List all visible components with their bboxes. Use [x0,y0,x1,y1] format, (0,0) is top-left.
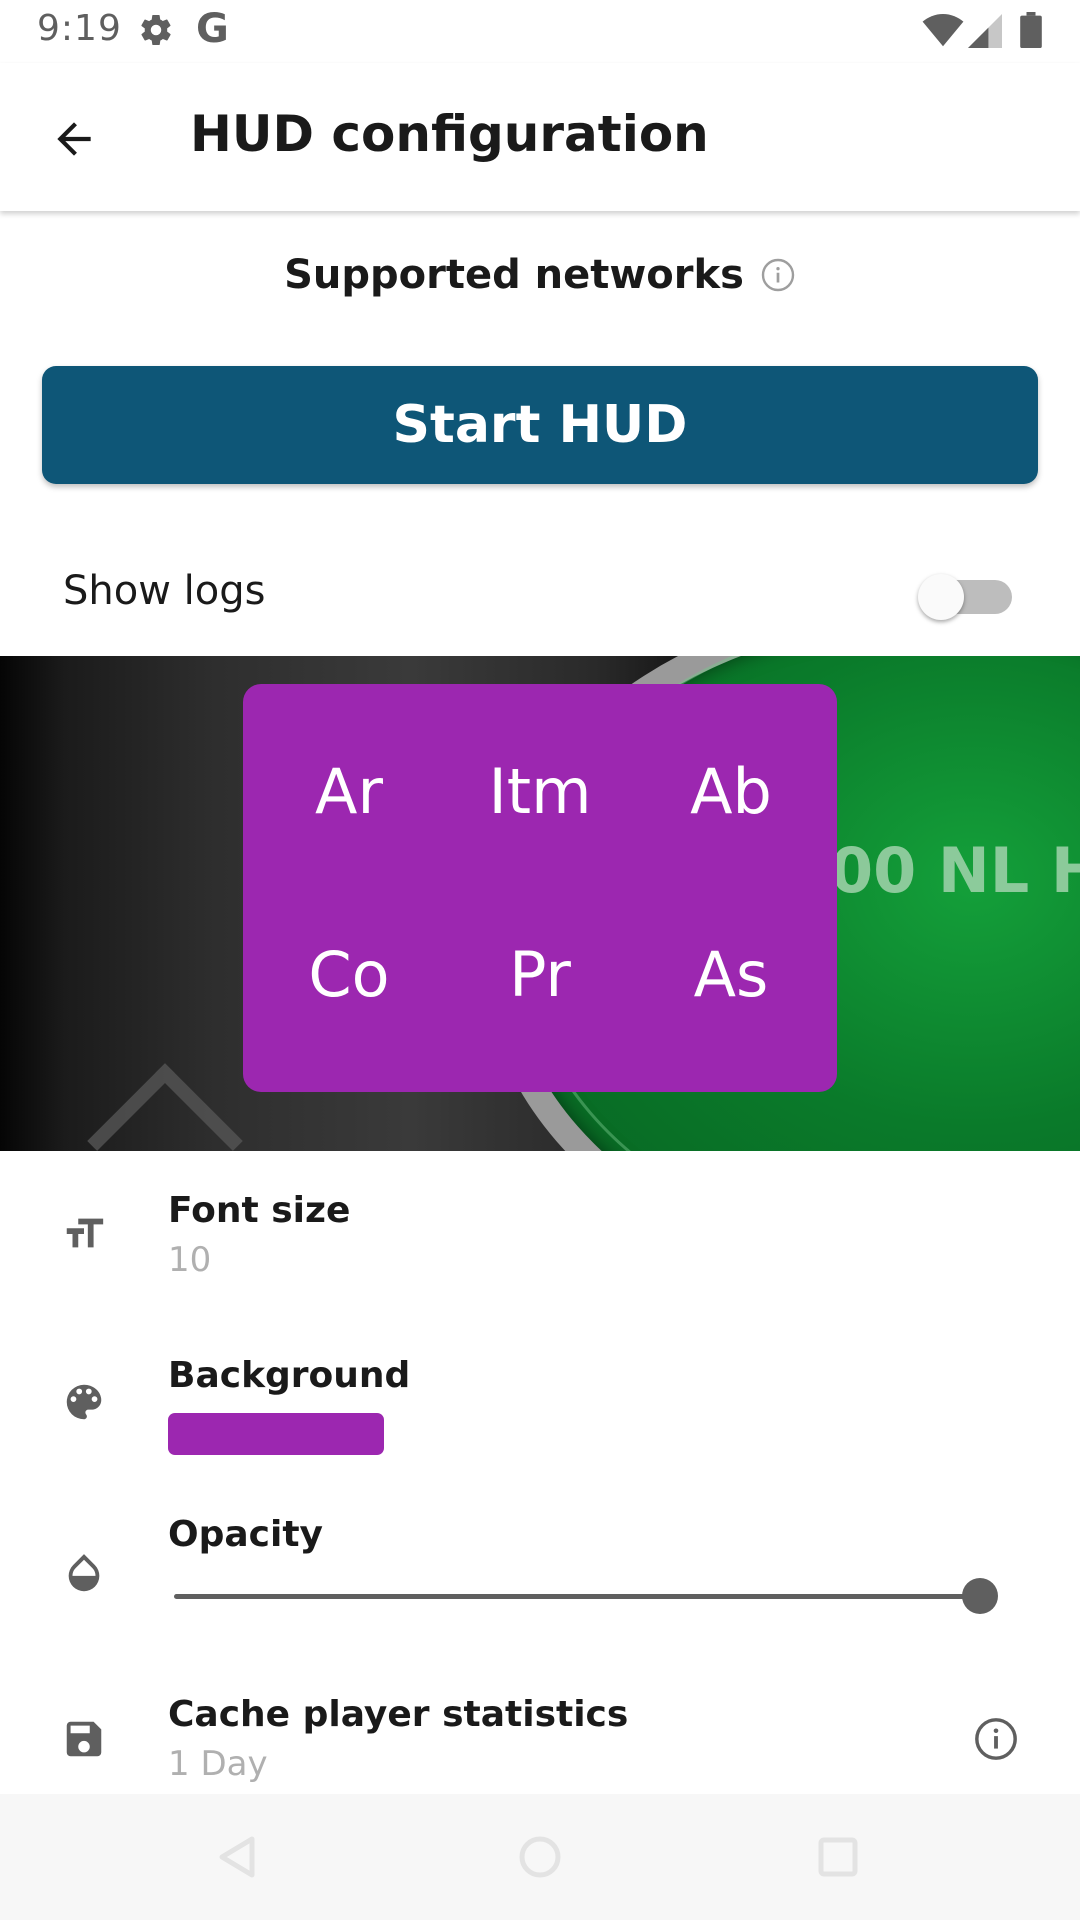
hud-stat: As [693,937,769,1011]
text-size-icon [60,1210,108,1258]
settings-icon [138,12,174,52]
slider-track [174,1594,978,1599]
setting-title: Opacity [168,1514,324,1555]
supported-networks-row: Supported networks [0,245,1080,305]
arrow-back-icon [57,122,91,156]
cache-info-icon[interactable] [972,1715,1020,1763]
hud-stat: Co [308,937,390,1011]
google-icon: G [196,6,229,52]
page-title: HUD configuration [190,105,709,163]
nav-recents-icon[interactable] [805,1824,871,1890]
signal-icon [968,14,1002,52]
nav-home-icon[interactable] [507,1824,573,1890]
hud-stat: Ar [315,754,383,828]
hud-stat: Pr [509,937,571,1011]
opacity-slider[interactable] [168,1578,1004,1614]
hud-stat: Itm [488,754,592,828]
poker-table-text: 00 NL Ho [830,834,1080,907]
back-button[interactable] [38,103,110,175]
setting-title: Font size [168,1190,351,1231]
status-bar: 9:19 G [0,0,1080,63]
setting-title: Background [168,1355,411,1396]
info-icon[interactable] [760,257,796,293]
nav-back-icon[interactable] [205,1824,271,1890]
app-bar: HUD configuration [0,63,1080,211]
palette-icon [60,1378,108,1426]
start-hud-button[interactable]: Start HUD [42,366,1038,484]
show-logs-toggle[interactable] [918,574,1016,620]
opacity-drop-icon [60,1548,108,1596]
setting-value: 1 Day [168,1744,268,1784]
setting-value: 10 [168,1240,212,1280]
show-logs-label: Show logs [63,568,266,614]
navigation-bar [0,1794,1080,1920]
status-time: 9:19 [37,8,122,49]
battery-icon [1020,12,1042,52]
wifi-icon [922,14,964,52]
slider-thumb[interactable] [962,1578,998,1614]
save-icon [60,1715,108,1763]
supported-networks-label: Supported networks [284,252,744,298]
chevron-decoration [87,1063,243,1151]
show-logs-row: Show logs [0,554,1080,634]
background-color-swatch[interactable] [168,1413,384,1455]
toggle-thumb [918,574,964,620]
setting-title: Cache player statistics [168,1694,629,1735]
hud-stats-panel: Ar Itm Ab Co Pr As [243,684,837,1092]
hud-stat: Ab [690,754,772,828]
